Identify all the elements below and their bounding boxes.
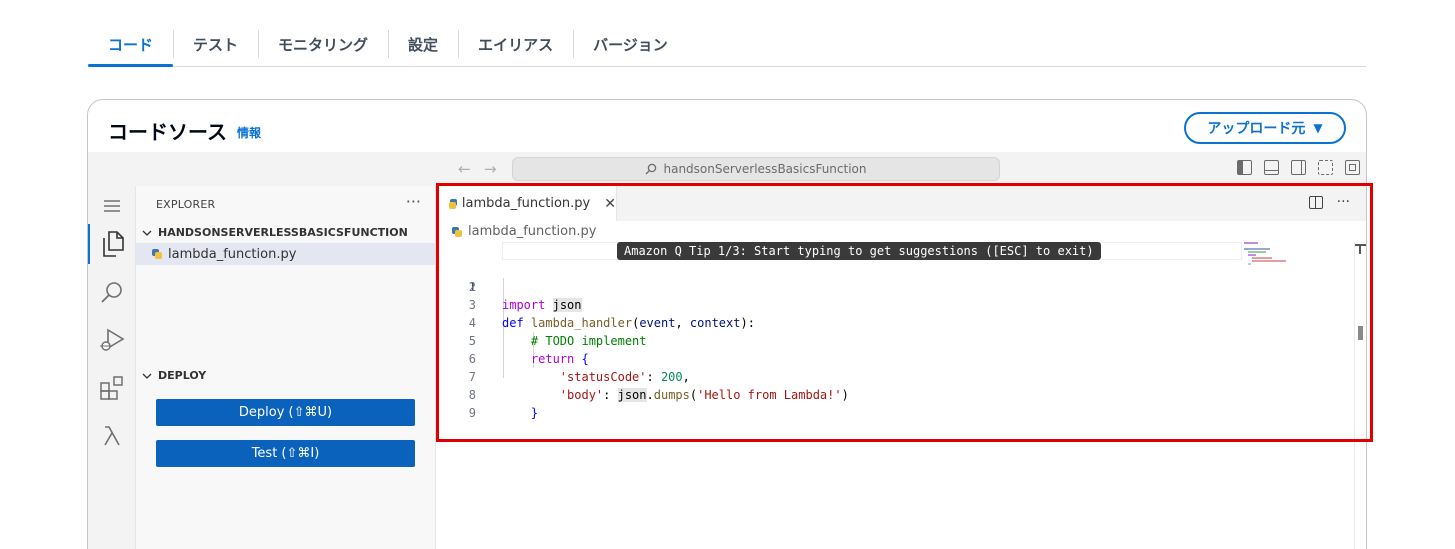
fullscreen-icon[interactable] (1345, 160, 1360, 175)
code-editor-ide: ← → handsonServerlessBasicsFunction EXPL… (88, 152, 1366, 549)
close-icon[interactable]: ✕ (604, 196, 616, 212)
command-center-label: handsonServerlessBasicsFunction (663, 162, 867, 176)
line-number: 9 (468, 406, 476, 420)
tab-monitoring[interactable]: モニタリング (258, 22, 388, 66)
python-file-icon (448, 198, 457, 209)
deploy-button[interactable]: Deploy (⇧⌘U) (156, 399, 415, 426)
editor-tab-label: lambda_function.py (461, 196, 591, 211)
toggle-sidebar-icon[interactable] (1237, 160, 1252, 175)
tab-test-label: テスト (193, 35, 239, 54)
amazon-q-tip: Amazon Q Tip 1/3: Start typing to get su… (617, 242, 1101, 260)
toggle-secondary-sidebar-icon[interactable] (1291, 160, 1306, 175)
minimap-line (1244, 248, 1270, 250)
lambda-icon[interactable] (88, 416, 136, 456)
scroll-top-marker (1359, 244, 1361, 254)
caret-down-icon: ▼ (1313, 121, 1323, 135)
minimap-line (1244, 242, 1258, 244)
code-line-3[interactable]: 3 def lambda_handler(event, context): (436, 278, 1366, 330)
tab-code[interactable]: コード (88, 22, 174, 67)
minimap-line (1252, 260, 1286, 262)
code-line-1[interactable]: 1 import json Amazon Q Tip 1/3: Start ty… (436, 242, 1366, 312)
upload-from-button[interactable]: アップロード元 ▼ (1184, 112, 1346, 144)
code-source-header: コードソース 情報 アップロード元 ▼ (88, 100, 1366, 152)
tab-versions[interactable]: バージョン (573, 22, 688, 66)
breadcrumb[interactable]: lambda_function.py (452, 224, 596, 239)
info-link[interactable]: 情報 (237, 124, 261, 141)
editor-tab-lambda-function[interactable]: lambda_function.py ✕ (436, 186, 617, 221)
page: コード テスト モニタリング 設定 エイリアス バージョン コードソース 情報 … (0, 0, 1455, 549)
editor-actions: ··· (1308, 194, 1350, 210)
editor-tab-bar: lambda_function.py ✕ ··· (436, 186, 1366, 221)
python-file-icon (152, 249, 162, 259)
folder-name: HANDSONSERVERLESSBASICSFUNCTION (158, 226, 408, 239)
extensions-icon[interactable] (88, 368, 136, 408)
minimap[interactable] (1244, 242, 1354, 282)
minimap-line (1248, 263, 1251, 265)
tab-test[interactable]: テスト (173, 22, 258, 66)
split-editor-icon[interactable] (1308, 195, 1323, 209)
code-line-4[interactable]: 4 # TODO implement (436, 296, 1366, 348)
explorer-sidebar: EXPLORER ··· HANDSONSERVERLESSBASICSFUNC… (136, 186, 436, 549)
explorer-icon[interactable] (88, 224, 136, 264)
chevron-down-icon (142, 373, 152, 379)
deploy-section-header[interactable]: DEPLOY (142, 369, 206, 382)
menu-icon[interactable] (88, 186, 136, 226)
more-icon[interactable]: ··· (1337, 194, 1350, 210)
code-line-9[interactable]: 9 (436, 386, 1366, 420)
editor-area: lambda_function.py ✕ ··· lambda_function… (436, 186, 1366, 549)
back-arrow-icon[interactable]: ← (458, 160, 471, 178)
search-icon[interactable] (88, 272, 136, 312)
customize-layout-icon[interactable] (1318, 160, 1333, 175)
code-line-8[interactable]: 8 } (436, 368, 1366, 420)
forward-arrow-icon[interactable]: → (484, 160, 497, 178)
tab-aliases-label: エイリアス (478, 35, 554, 54)
tab-configuration[interactable]: 設定 (388, 22, 458, 66)
code-line-2[interactable]: 2 (436, 260, 1366, 294)
file-item-lambda-function[interactable]: lambda_function.py (136, 243, 435, 265)
tab-monitoring-label: モニタリング (278, 35, 369, 54)
breadcrumb-file: lambda_function.py (468, 224, 597, 239)
file-name: lambda_function.py (168, 246, 297, 262)
ide-title-bar: ← → handsonServerlessBasicsFunction (88, 152, 1366, 186)
tab-aliases[interactable]: エイリアス (458, 22, 573, 66)
chevron-down-icon (142, 230, 152, 236)
upload-from-label: アップロード元 (1207, 121, 1306, 137)
function-tabs: コード テスト モニタリング 設定 エイリアス バージョン (88, 22, 1366, 67)
code-line-7[interactable]: 7 'body': json.dumps('Hello from Lambda!… (436, 350, 1366, 402)
toggle-panel-icon[interactable] (1264, 160, 1279, 175)
code-line-6[interactable]: 6 'statusCode': 200, (436, 332, 1366, 384)
minimap-line (1252, 257, 1272, 259)
folder-header[interactable]: HANDSONSERVERLESSBASICSFUNCTION (142, 226, 408, 239)
minimap-line (1248, 254, 1256, 256)
explorer-header: EXPLORER (156, 198, 216, 211)
more-icon[interactable]: ··· (406, 192, 421, 211)
minimap-line (1248, 251, 1266, 253)
search-icon (646, 163, 657, 175)
tab-code-label: コード (108, 35, 154, 54)
run-debug-icon[interactable] (88, 320, 136, 360)
tab-versions-label: バージョン (593, 35, 668, 54)
test-button[interactable]: Test (⇧⌘I) (156, 440, 415, 467)
layout-controls (1237, 160, 1360, 175)
command-center-search[interactable]: handsonServerlessBasicsFunction (512, 157, 1000, 181)
scrollbar-thumb[interactable] (1358, 326, 1363, 340)
activity-bar (88, 186, 136, 549)
deploy-section-label: DEPLOY (158, 369, 207, 382)
tab-configuration-label: 設定 (408, 35, 439, 54)
editor-scrollbar[interactable] (1354, 242, 1366, 549)
python-file-icon (452, 226, 462, 237)
code-source-title: コードソース (108, 120, 227, 144)
code-source-panel: コードソース 情報 アップロード元 ▼ ← → handsonServerles… (87, 99, 1367, 549)
code-line-5[interactable]: 5 return { (436, 314, 1366, 366)
